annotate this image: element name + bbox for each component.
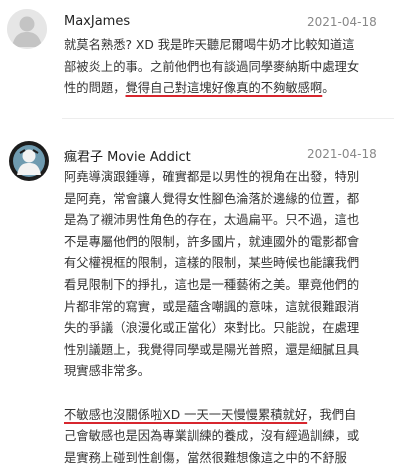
comment-line: 性別議題上，我覺得同學或是陽光普照，還是細膩且具: [64, 340, 382, 362]
divider: [62, 118, 394, 119]
comment-line: 阿堯導演跟鍾導，確實都是以男性的視角在出發，特別: [64, 167, 382, 189]
line-text: 性別議題上，我覺得同學或是陽光普照，還是細膩且具: [64, 342, 360, 357]
line-text: 不是專屬他們的限制，許多國片，就連國外的電影都會: [64, 234, 360, 249]
profile-avatar-icon[interactable]: [9, 141, 49, 181]
comment-line: 是阿堯，常會讓人覺得女性腳色淪落於邊緣的位置，都: [64, 189, 382, 211]
line-text: 是實務上碰到性創傷，當然很難想像這之中的不舒服: [64, 450, 347, 465]
comment-line: 己會敏感也是因為專業訓練的養成，沒有經過訓練，或: [64, 426, 382, 448]
comment-line: 現實感非常多。: [64, 361, 382, 383]
comment-date: 2021-04-18: [307, 15, 377, 29]
comment-line: 是實務上碰到性創傷，當然很難想像這之中的不舒服: [64, 448, 382, 469]
highlighted-text: 不敏感也沒關係啦XD 一天一天慢慢累積就好: [64, 407, 308, 422]
comment-line: 看見限制下的掙扎，這也是一種藝術之美。畢竟他們的: [64, 275, 382, 297]
line-text: 片都非常的寫實，或是蘊含嘲諷的意味，這就很難跟消: [64, 299, 360, 314]
line-text: 是阿堯，常會讓人覺得女性腳色淪落於邊緣的位置，都: [64, 191, 360, 206]
line-text: 。: [322, 81, 335, 96]
comment-line: 部被炎上的事。之前他們也有談過同學麥納斯中處理女: [64, 57, 382, 79]
comment-author[interactable]: MaxJames: [64, 14, 130, 29]
line-text: ，我們自: [307, 407, 357, 422]
line-text: 就莫名熟悉? XD 我是昨天聽尼爾喝牛奶才比較知道這: [64, 38, 355, 52]
line-text: 現實感非常多。: [64, 364, 151, 379]
comment-body: 就莫名熟悉? XD 我是昨天聽尼爾喝牛奶才比較知道這 部被炎上的事。之前他們也有談…: [64, 35, 382, 100]
highlighted-text: 覺得自己對這塊好像真的不夠敏感啊: [125, 81, 323, 96]
comment-line: 不敏感也沒關係啦XD 一天一天慢慢累積就好，我們自: [64, 405, 382, 427]
comment-line: 是為了襯沛男性角色的存在，太過扁平。只不過，這也: [64, 210, 382, 232]
comment-line: 不是專屬他們的限制，許多國片，就連國外的電影都會: [64, 232, 382, 254]
default-user-icon[interactable]: [7, 9, 47, 49]
comment-author[interactable]: 瘋君子 Movie Addict: [64, 146, 191, 165]
line-text: 部被炎上的事。之前他們也有談過同學麥納斯中處理女: [64, 59, 360, 74]
comment-body: 阿堯導演跟鍾導，確實都是以男性的視角在出發，特別 是阿堯，常會讓人覺得女性腳色淪落…: [64, 167, 382, 469]
line-text: 己會敏感也是因為專業訓練的養成，沒有經過訓練，或: [64, 429, 360, 444]
comment-line: 有父權視框的限制，這樣的限制，某些時候也能讓我們: [64, 253, 382, 275]
comment-line: 就莫名熟悉? XD 我是昨天聽尼爾喝牛奶才比較知道這: [64, 35, 382, 57]
comment-line: 性的問題，覺得自己對這塊好像真的不夠敏感啊。: [64, 78, 382, 100]
line-text: 是為了襯沛男性角色的存在，太過扁平。只不過，這也: [64, 213, 360, 228]
line-text: 失的爭議（浪漫化或正當化）來對比。只能說，在處理: [64, 321, 360, 336]
comment-line: [64, 383, 382, 405]
comment-line: 片都非常的寫實，或是蘊含嘲諷的意味，這就很難跟消: [64, 297, 382, 319]
line-text: 性的問題，: [64, 81, 126, 96]
line-text: 阿堯導演跟鍾導，確實都是以男性的視角在出發，特別: [64, 170, 360, 184]
comment-line: 失的爭議（浪漫化或正當化）來對比。只能說，在處理: [64, 318, 382, 340]
line-text: 看見限制下的掙扎，這也是一種藝術之美。畢竟他們的: [64, 277, 360, 292]
comment-date: 2021-04-18: [307, 147, 377, 161]
line-text: 有父權視框的限制，這樣的限制，某些時候也能讓我們: [64, 256, 360, 271]
